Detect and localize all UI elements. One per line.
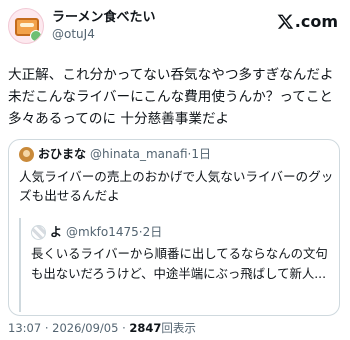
- avatar-badge: [30, 30, 42, 42]
- tweet-footer: 13:07 · 2026/09/05 · 2847回表示: [8, 320, 196, 336]
- nested-quoted-tweet[interactable]: よ @mkfo1475 · 2日 長くいるライバーから順番に出してるならなんの文…: [19, 218, 337, 312]
- quote-time: 1日: [191, 147, 212, 161]
- x-logo-icon: [277, 14, 293, 29]
- tweet-header: ラーメン食べたい @otuJ4 .com: [8, 6, 342, 46]
- quote-line: 人気ライバーの売上のおかげで人気ないライバーのグッ: [19, 169, 334, 184]
- post-date[interactable]: 2026/09/05: [52, 321, 118, 335]
- quote-avatar: [19, 146, 34, 162]
- footer-separator: ·: [44, 321, 49, 335]
- quote-author-handle: @hinata_manafi: [90, 147, 188, 161]
- nested-quote-body: 長くいるライバーから順番に出してるならなんの文句 も出ないだろうけど、中途半端に…: [31, 244, 337, 284]
- tweet-body: 大正解、これ分かってない呑気なやつ多すぎなんだよ 未だこんなライバーにこんな費用…: [8, 64, 348, 130]
- nested-quote-author-handle: @mkfo1475: [66, 225, 139, 239]
- quote-line: ズも出せるんだよ: [19, 188, 120, 203]
- nested-quote-line: 長くいるライバーから順番に出してるならなんの文句: [31, 246, 328, 261]
- views-count[interactable]: 2847: [129, 321, 161, 335]
- nested-quote-time: 2日: [142, 225, 163, 239]
- author-names: ラーメン食べたい @otuJ4: [52, 9, 155, 42]
- nested-quote-author-name: よ: [50, 225, 63, 239]
- tweet-line: 多々あるってのに 十分慈善事業だよ: [8, 111, 230, 127]
- post-time[interactable]: 13:07: [8, 321, 41, 335]
- quote-header: おひまな @hinata_manafi · 1日: [19, 146, 211, 162]
- x-brand-logo[interactable]: .com: [277, 12, 338, 31]
- author-handle[interactable]: @otuJ4: [52, 26, 155, 42]
- views-label: 回表示: [161, 321, 196, 335]
- nested-quote-avatar: [31, 224, 46, 240]
- tweet-line: 大正解、これ分かってない呑気なやつ多すぎなんだよ: [8, 67, 334, 83]
- quoted-tweet[interactable]: おひまな @hinata_manafi · 1日 人気ライバーの売上のおかげで人…: [8, 139, 340, 316]
- footer-separator: ·: [122, 321, 126, 335]
- quote-body: 人気ライバーの売上のおかげで人気ないライバーのグッ ズも出せるんだよ: [19, 167, 335, 205]
- tweet-line: 未だこんなライバーにこんな費用使うんか？ってこと: [8, 89, 334, 105]
- nested-quote-line: も出ないだろうけど、中途半端にぶっ飛ばして新人...: [31, 266, 327, 281]
- author-display-name[interactable]: ラーメン食べたい: [52, 9, 155, 26]
- author-avatar[interactable]: [8, 8, 44, 44]
- x-logo-text: .com: [294, 12, 338, 31]
- nested-quote-header: よ @mkfo1475 · 2日: [31, 224, 162, 240]
- quote-author-name: おひまな: [38, 147, 87, 161]
